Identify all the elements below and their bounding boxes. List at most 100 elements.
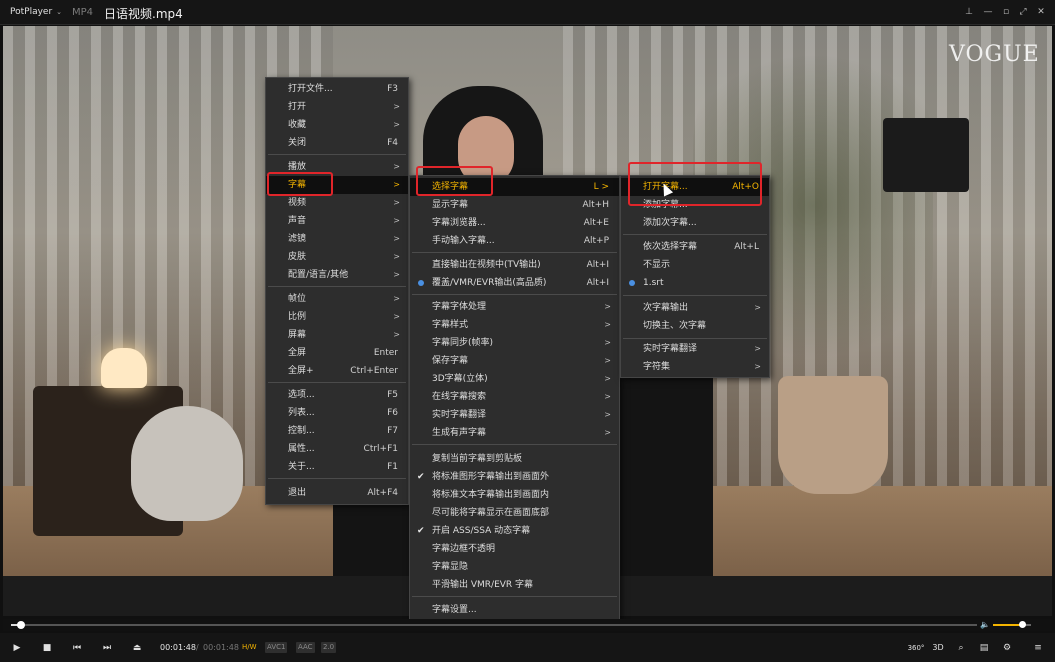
chevron-right-icon: > — [604, 410, 611, 419]
menu-item-open-file[interactable]: 打开文件... F3 — [266, 80, 408, 98]
seek-track[interactable] — [11, 624, 977, 626]
menu-item-fullscreen[interactable]: 全屏 Enter — [266, 344, 408, 362]
pin-icon[interactable]: ⊥ — [962, 5, 976, 19]
menu-item-open[interactable]: 打开 > — [266, 98, 408, 116]
menu-item-favorites[interactable]: 收藏 > — [266, 116, 408, 134]
menu-item-opaque-border[interactable]: 字幕边框不透明 — [410, 540, 619, 558]
menu-item-tv-output[interactable]: 直接输出在视频中(TV输出) Alt+I — [410, 256, 619, 274]
menu-item-copy-subtitle[interactable]: 复制当前字幕到剪贴板 — [410, 450, 619, 468]
stop-icon[interactable]: ■ — [39, 640, 55, 656]
seek-bar[interactable]: 🔈 — [3, 619, 1052, 631]
vase-shape — [131, 406, 243, 521]
chevron-right-icon: > — [393, 198, 400, 207]
next-icon[interactable]: ⏭ — [99, 640, 115, 656]
menu-divider — [623, 338, 767, 339]
chevron-right-icon: > — [393, 234, 400, 243]
menu-item-config[interactable]: 配置/语言/其他 > — [266, 266, 408, 284]
menu-item-hide-subtitle[interactable]: 不显示 — [621, 256, 769, 274]
menu-item-manual-subtitle[interactable]: 手动输入字幕... Alt+P — [410, 232, 619, 250]
vogue-watermark: VOGUE — [949, 42, 1040, 67]
previous-icon[interactable]: ⏮ — [69, 640, 85, 656]
menu-item-bottom-position[interactable]: 尽可能将字幕显示在画面底部 — [410, 504, 619, 522]
app-menu-button[interactable]: PotPlayer ⌄ — [10, 7, 62, 17]
menu-item-subtitle-browser[interactable]: 字幕浏览器... Alt+E — [410, 214, 619, 232]
chevron-right-icon: > — [393, 270, 400, 279]
menu-item-exit[interactable]: 退出 Alt+F4 — [266, 484, 408, 502]
menu-item-audio[interactable]: 声音 > — [266, 212, 408, 230]
seek-handle[interactable] — [16, 621, 25, 629]
chevron-right-icon: > — [393, 120, 400, 129]
chevron-right-icon: > — [604, 356, 611, 365]
menu-item-skins[interactable]: 皮肤 > — [266, 248, 408, 266]
fullscreen-icon[interactable]: ⤢ — [1016, 5, 1030, 19]
menu-item-realtime-translate-2[interactable]: 实时字幕翻译 > — [621, 340, 769, 358]
lamp-glow-shape — [101, 348, 147, 388]
chevron-right-icon: > — [604, 320, 611, 329]
menu-item-smooth-output[interactable]: 平滑输出 VMR/EVR 字幕 — [410, 576, 619, 594]
chevron-right-icon: > — [604, 428, 611, 437]
3d-button[interactable]: 3D — [930, 640, 946, 656]
menu-item-ratio[interactable]: 比例 > — [266, 308, 408, 326]
menu-item-subtitle-style[interactable]: 字幕样式 > — [410, 316, 619, 334]
volume-icon[interactable]: 🔈 — [980, 620, 990, 629]
close-icon[interactable]: ✕ — [1034, 5, 1048, 19]
menu-item-ass-animation[interactable]: ✔ 开启 ASS/SSA 动态字幕 — [410, 522, 619, 540]
menu-divider — [623, 234, 767, 235]
eject-icon[interactable]: ⏏ — [129, 640, 145, 656]
menu-item-generate-audio-subtitle[interactable]: 生成有声字幕 > — [410, 424, 619, 442]
vr360-button[interactable]: 360° — [906, 640, 926, 656]
menu-item-font-processing[interactable]: 字幕字体处理 > — [410, 298, 619, 316]
chevron-right-icon: > — [604, 374, 611, 383]
chevron-right-icon: > — [601, 182, 609, 192]
menu-item-secondary-output[interactable]: 次字幕输出 > — [621, 299, 769, 317]
menu-item-graphic-outside[interactable]: ✔ 将标准图形字幕输出到画面外 — [410, 468, 619, 486]
volume-slider[interactable] — [993, 621, 1031, 628]
menu-item-subtitle-sync[interactable]: 字幕同步(帧率) > — [410, 334, 619, 352]
main-context-menu: 打开文件... F3 打开 > 收藏 > 关闭 F4 播放 > 字幕 > 视频 > 声音 > 滤… — [265, 77, 409, 505]
menu-item-about[interactable]: 关于... F1 — [266, 458, 408, 476]
volume-handle[interactable] — [1018, 621, 1026, 628]
menu-item-subtitle-settings[interactable]: 字幕设置... — [410, 601, 619, 619]
playlist-icon[interactable]: ▤ — [976, 640, 992, 656]
menu-item-3d-subtitle[interactable]: 3D字幕(立体) > — [410, 370, 619, 388]
menu-item-charset[interactable]: 字符集 > — [621, 358, 769, 376]
menu-item-video[interactable]: 视频 > — [266, 194, 408, 212]
chevron-right-icon: > — [393, 180, 400, 189]
menu-item-cycle-subtitle[interactable]: 依次选择字幕 Alt+L — [621, 238, 769, 256]
menu-item-playlist[interactable]: 列表... F6 — [266, 404, 408, 422]
menu-item-filters[interactable]: 滤镜 > — [266, 230, 408, 248]
menu-item-screen[interactable]: 屏幕 > — [266, 326, 408, 344]
radio-selected-icon — [629, 280, 635, 286]
menu-item-subtitle-file[interactable]: 1.srt — [621, 274, 769, 292]
menu-item-frame[interactable]: 帧位 > — [266, 290, 408, 308]
menu-item-save-subtitle[interactable]: 保存字幕 > — [410, 352, 619, 370]
menu-item-overlay-output[interactable]: 覆盖/VMR/EVR输出(高品质) Alt+I — [410, 274, 619, 292]
subtitle-submenu: 选择字幕 L > 显示字幕 Alt+H 字幕浏览器... Alt+E 手动输入字幕..… — [409, 175, 620, 620]
menu-item-fullscreen-plus[interactable]: 全屏+ Ctrl+Enter — [266, 362, 408, 380]
floor-lamp-shape — [883, 118, 969, 192]
menu-item-toggle-visibility[interactable]: 字幕显隐 — [410, 558, 619, 576]
menu-icon[interactable]: ≡ — [1030, 640, 1046, 656]
menu-item-online-search[interactable]: 在线字幕搜索 > — [410, 388, 619, 406]
menu-divider — [268, 382, 406, 383]
play-icon[interactable]: ▶ — [9, 640, 25, 656]
hw-badge[interactable]: H/W — [240, 642, 259, 653]
minimize-icon[interactable]: — — [981, 5, 995, 19]
menu-item-control[interactable]: 控制... F7 — [266, 422, 408, 440]
menu-item-options[interactable]: 选项... F5 — [266, 386, 408, 404]
menu-item-properties[interactable]: 属性... Ctrl+F1 — [266, 440, 408, 458]
subtitle-search-icon[interactable]: ⌕ — [953, 640, 969, 656]
menu-item-swap-subtitles[interactable]: 切换主、次字幕 — [621, 317, 769, 335]
gear-icon[interactable]: ⚙ — [999, 640, 1015, 656]
time-separator: / — [196, 643, 199, 652]
menu-item-add-secondary-subtitle[interactable]: 添加次字幕... — [621, 214, 769, 232]
checkmark-icon: ✔ — [417, 472, 425, 482]
menu-divider — [412, 294, 617, 295]
menu-item-show-subtitle[interactable]: 显示字幕 Alt+H — [410, 196, 619, 214]
restore-icon[interactable]: ▫ — [999, 5, 1013, 19]
menu-item-text-inside[interactable]: 将标准文本字幕输出到画面内 — [410, 486, 619, 504]
menu-item-close[interactable]: 关闭 F4 — [266, 134, 408, 152]
menu-item-realtime-translate[interactable]: 实时字幕翻译 > — [410, 406, 619, 424]
chevron-right-icon: > — [604, 338, 611, 347]
chevron-down-icon: ⌄ — [56, 8, 63, 16]
